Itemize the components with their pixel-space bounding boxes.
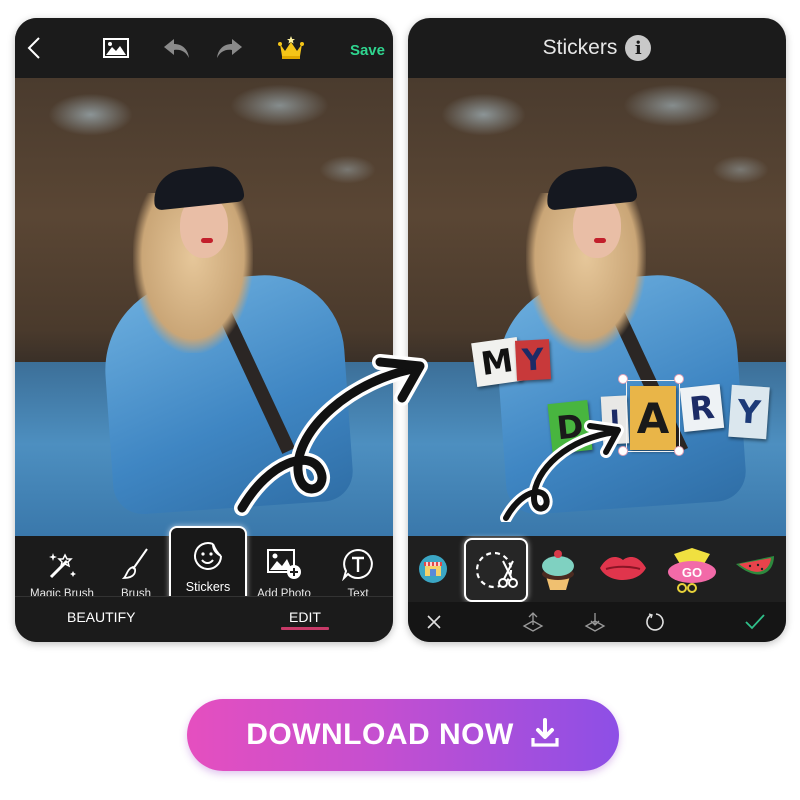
lips-sticker[interactable] (598, 542, 648, 596)
magic-wand-icon (25, 546, 99, 582)
tool-text[interactable]: Text (321, 546, 393, 600)
resize-handle[interactable] (674, 446, 684, 456)
confirm-check-icon[interactable] (744, 610, 766, 634)
brush-icon (99, 546, 173, 582)
download-label: DOWNLOAD NOW (246, 718, 514, 751)
sticker-letter[interactable]: D (547, 400, 593, 454)
tool-magic-brush[interactable]: Magic Brush (25, 546, 99, 600)
top-bar: Save (15, 18, 393, 78)
back-chevron-icon[interactable] (27, 36, 41, 60)
photo-subject-lips (201, 238, 213, 243)
tab-beautify[interactable]: BEAUTIFY (67, 609, 135, 625)
photo-canvas[interactable]: M Y D I A R Y (408, 78, 786, 536)
tool-label: Stickers (185, 580, 231, 594)
send-backward-icon[interactable] (584, 610, 606, 634)
sticker-letter[interactable]: Y (514, 339, 552, 381)
stickers-screen: Stickers i M Y D I A R Y GO (408, 18, 786, 642)
redo-icon[interactable] (215, 36, 243, 60)
tab-edit[interactable]: EDIT (289, 609, 321, 625)
flip-handle[interactable] (674, 374, 684, 384)
stickers-header: Stickers i (408, 18, 786, 78)
text-bubble-icon (321, 546, 393, 582)
hello-go-sticker[interactable]: GO (664, 542, 720, 596)
sticker-letter[interactable]: R (679, 384, 725, 432)
photo-subject-lips (594, 238, 606, 243)
selection-box (626, 380, 680, 452)
cutout-scissors-icon[interactable] (464, 538, 528, 602)
sticker-actions-bar (408, 602, 786, 642)
sticker-store-icon[interactable] (418, 542, 448, 596)
add-photo-icon (247, 546, 321, 582)
info-icon[interactable]: i (625, 35, 652, 61)
sticker-smiley-icon (171, 538, 245, 574)
bring-forward-icon[interactable] (522, 610, 544, 634)
undo-icon[interactable] (163, 36, 191, 60)
active-tab-indicator (281, 627, 329, 630)
save-button[interactable]: Save (350, 42, 385, 59)
crown-icon[interactable] (277, 36, 305, 60)
photo-canvas[interactable] (15, 78, 393, 536)
delete-handle[interactable] (618, 374, 628, 384)
reset-icon[interactable] (646, 610, 666, 634)
image-icon[interactable] (103, 36, 129, 60)
editor-screen: Save Magic Brush Brush Stickers Add Phot… (15, 18, 393, 642)
tool-brush[interactable]: Brush (99, 546, 173, 600)
sticker-tray: GO (408, 536, 786, 602)
screen-title: Stickers (542, 36, 618, 59)
mirror-handle[interactable] (618, 446, 628, 456)
svg-text:GO: GO (682, 565, 702, 580)
close-icon[interactable] (426, 610, 442, 634)
sticker-letter[interactable]: I (600, 395, 630, 445)
cupcake-sticker[interactable] (538, 542, 578, 596)
tool-add-photo[interactable]: Add Photo (247, 546, 321, 600)
mode-tabs: BEAUTIFY EDIT (15, 596, 393, 642)
download-icon (530, 717, 560, 753)
watermelon-sticker[interactable] (734, 542, 776, 596)
sticker-letter[interactable]: Y (728, 384, 770, 440)
download-now-button[interactable]: DOWNLOAD NOW (187, 699, 619, 771)
